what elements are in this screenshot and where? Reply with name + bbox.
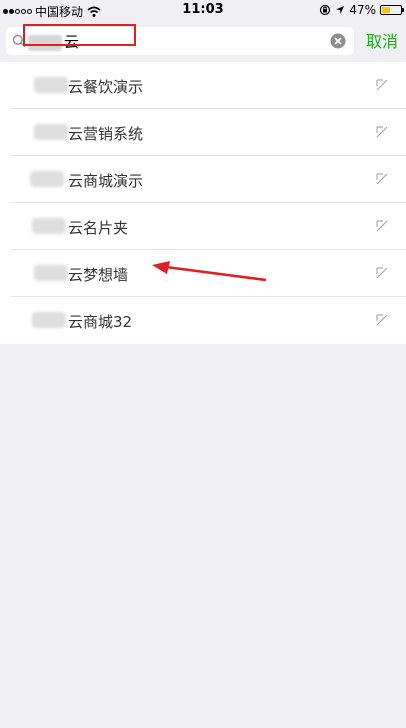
redacted-text	[34, 77, 68, 93]
redacted-text	[32, 312, 66, 328]
redacted-text	[34, 265, 68, 281]
list-item[interactable]: 云餐饮演示	[0, 62, 406, 109]
item-label: 云名片夹	[68, 219, 129, 237]
redacted-text	[30, 171, 64, 187]
list-item[interactable]: 云营销系统	[0, 109, 406, 156]
item-label: 云梦想墙	[68, 266, 129, 284]
suggestion-list: 云餐饮演示 云营销系统 云商城演示 云名片夹 云梦想墙 云商城32	[0, 62, 406, 344]
list-item[interactable]: 云商城演示	[0, 156, 406, 203]
redacted-text	[32, 218, 66, 234]
highlight-box	[23, 24, 136, 46]
battery-percent: 47%	[349, 3, 376, 17]
cancel-button[interactable]: 取消	[366, 28, 398, 52]
fill-arrow-icon[interactable]	[375, 125, 389, 139]
status-right: 47%	[319, 3, 404, 17]
annotation-arrow-icon	[152, 261, 267, 282]
battery-icon	[380, 5, 404, 15]
orientation-lock-icon	[320, 4, 331, 16]
fill-arrow-icon[interactable]	[375, 172, 389, 186]
list-item[interactable]: 云名片夹	[0, 203, 406, 250]
location-icon	[336, 6, 345, 14]
fill-arrow-icon[interactable]	[375, 313, 389, 327]
item-label: 云商城32	[68, 313, 133, 331]
redacted-text	[34, 124, 68, 140]
item-label: 云餐饮演示	[68, 78, 144, 96]
status-bar: 中国移动 11:03 47%	[0, 0, 406, 20]
item-label: 云营销系统	[68, 125, 144, 143]
list-item[interactable]: 云商城32	[0, 297, 406, 344]
clear-icon[interactable]	[330, 33, 346, 49]
fill-arrow-icon[interactable]	[375, 266, 389, 280]
fill-arrow-icon[interactable]	[375, 78, 389, 92]
item-label: 云商城演示	[68, 172, 144, 190]
fill-arrow-icon[interactable]	[375, 219, 389, 233]
